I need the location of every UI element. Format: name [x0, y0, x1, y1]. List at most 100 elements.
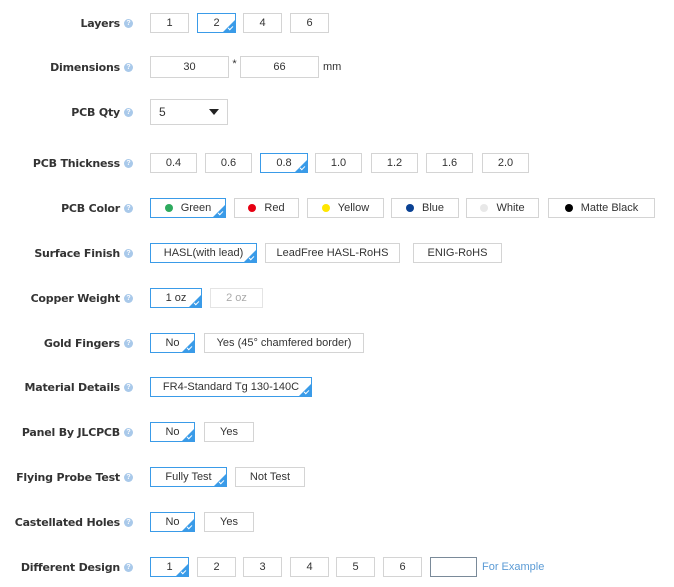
option-label: Fully Test — [165, 471, 212, 483]
option-copper-weight-0[interactable]: 1 oz — [150, 288, 202, 308]
row-copper-weight: Copper Weight? 1 oz 2 oz — [0, 285, 674, 311]
option-label: 5 — [352, 561, 359, 573]
option-pcb-color-1[interactable]: Red — [234, 198, 299, 218]
height-input[interactable] — [240, 56, 319, 78]
option-flying-probe-test-0[interactable]: Fully Test — [150, 467, 227, 487]
option-label: 0.4 — [165, 157, 182, 169]
pcb-qty-select[interactable]: 5 — [150, 99, 228, 125]
question-circle-icon[interactable]: ? — [124, 382, 133, 392]
option-label: 1 — [166, 561, 173, 573]
field-label: PCB Thickness — [32, 156, 120, 170]
option-label: Matte Black — [580, 202, 639, 214]
option-pcb-thickness-6[interactable]: 2.0 — [482, 153, 529, 173]
option-pcb-color-3[interactable]: Blue — [391, 198, 459, 218]
question-circle-icon[interactable]: ? — [124, 248, 133, 258]
option-label: Blue — [421, 202, 445, 214]
field-label: Surface Finish — [34, 246, 120, 260]
option-label: FR4-Standard Tg 130-140C — [162, 381, 300, 393]
field-label: Castellated Holes — [14, 515, 120, 529]
options-pcb-qty: 5 — [150, 99, 228, 125]
option-pcb-color-2[interactable]: Yellow — [307, 198, 384, 218]
option-copper-weight-1[interactable]: 2 oz — [210, 288, 263, 308]
option-layers-2[interactable]: 4 — [243, 13, 282, 33]
option-pcb-color-0[interactable]: Green — [150, 198, 226, 218]
question-circle-icon[interactable]: ? — [124, 158, 133, 168]
row-dimensions: Dimensions? * mm — [0, 54, 674, 80]
option-layers-3[interactable]: 6 — [290, 13, 329, 33]
field-label: Gold Fingers — [43, 336, 120, 350]
row-castellated-holes: Castellated Holes? No Yes — [0, 509, 674, 535]
question-circle-icon[interactable]: ? — [124, 338, 133, 348]
option-label: 1 — [166, 17, 173, 29]
options-different-design: 1 2 3 4 5 6 For Example — [150, 557, 544, 577]
option-surface-finish-0[interactable]: HASL(with lead) — [150, 243, 257, 263]
row-surface-finish: Surface Finish? HASL(with lead) LeadFree H… — [0, 240, 674, 266]
question-circle-icon[interactable]: ? — [124, 62, 133, 72]
row-layers: Layers? 1 2 4 6 — [0, 10, 674, 36]
color-dot-icon — [321, 204, 330, 212]
field-label: Flying Probe Test — [16, 470, 120, 484]
option-label: 4 — [306, 561, 313, 573]
option-different-design-3[interactable]: 4 — [290, 557, 329, 577]
option-label: 0.8 — [276, 157, 292, 169]
option-different-design-5[interactable]: 6 — [383, 557, 422, 577]
option-castellated-holes-1[interactable]: Yes — [204, 512, 254, 532]
question-circle-icon[interactable]: ? — [124, 203, 133, 213]
option-label: 1 oz — [165, 292, 187, 304]
option-label: White — [496, 202, 525, 214]
option-layers-0[interactable]: 1 — [150, 13, 189, 33]
option-label: 4 — [259, 17, 266, 29]
option-pcb-color-5[interactable]: Matte Black — [548, 198, 655, 218]
question-circle-icon[interactable]: ? — [124, 293, 133, 303]
option-label: 2 oz — [226, 292, 247, 304]
width-input[interactable] — [150, 56, 229, 78]
option-gold-fingers-1[interactable]: Yes (45° chamfered border) — [204, 333, 364, 353]
custom-design-count-input[interactable] — [430, 557, 477, 577]
option-pcb-thickness-4[interactable]: 1.2 — [371, 153, 418, 173]
question-circle-icon[interactable]: ? — [124, 517, 133, 527]
field-label: PCB Color — [61, 201, 120, 215]
option-castellated-holes-0[interactable]: No — [150, 512, 195, 532]
option-label: No — [165, 516, 180, 528]
option-layers-1[interactable]: 2 — [197, 13, 236, 33]
color-dot-icon — [480, 204, 489, 212]
field-label: Panel By JLCPCB — [21, 425, 120, 439]
option-different-design-4[interactable]: 5 — [336, 557, 375, 577]
options-layers: 1 2 4 6 — [150, 13, 329, 33]
option-different-design-0[interactable]: 1 — [150, 557, 189, 577]
question-circle-icon[interactable]: ? — [124, 562, 133, 572]
option-pcb-color-4[interactable]: White — [466, 198, 539, 218]
option-label: Yes (45° chamfered border) — [216, 337, 352, 349]
options-copper-weight: 1 oz 2 oz — [150, 288, 263, 308]
options-pcb-thickness: 0.4 0.6 0.8 1.0 1.2 1.6 2.0 — [150, 153, 529, 173]
option-pcb-thickness-0[interactable]: 0.4 — [150, 153, 197, 173]
option-pcb-thickness-3[interactable]: 1.0 — [315, 153, 362, 173]
option-flying-probe-test-1[interactable]: Not Test — [235, 467, 305, 487]
question-circle-icon[interactable]: ? — [124, 427, 133, 437]
option-material-details-0[interactable]: FR4-Standard Tg 130-140C — [150, 377, 312, 397]
option-panel-by-jlcpcb-1[interactable]: Yes — [204, 422, 254, 442]
question-circle-icon[interactable]: ? — [124, 107, 133, 117]
option-different-design-2[interactable]: 3 — [243, 557, 282, 577]
option-surface-finish-2[interactable]: ENIG-RoHS — [413, 243, 502, 263]
option-different-design-1[interactable]: 2 — [197, 557, 236, 577]
option-label: LeadFree HASL-RoHS — [276, 247, 389, 259]
question-circle-icon[interactable]: ? — [124, 18, 133, 28]
option-panel-by-jlcpcb-0[interactable]: No — [150, 422, 195, 442]
row-pcb-thickness: PCB Thickness? 0.4 0.6 0.8 1.0 1.2 1.6 2.0 — [0, 150, 674, 176]
row-material-details: Material Details? FR4-Standard Tg 130-140… — [0, 374, 674, 400]
option-label: 1.6 — [441, 157, 458, 169]
for-example-link[interactable]: For Example — [482, 561, 544, 573]
option-label: 1.2 — [386, 157, 403, 169]
option-label: Yellow — [337, 202, 370, 214]
field-label: Dimensions — [50, 60, 120, 74]
option-pcb-thickness-2[interactable]: 0.8 — [260, 153, 308, 173]
option-pcb-thickness-1[interactable]: 0.6 — [205, 153, 252, 173]
row-gold-fingers: Gold Fingers? No Yes (45° chamfered border… — [0, 330, 674, 356]
option-surface-finish-1[interactable]: LeadFree HASL-RoHS — [265, 243, 400, 263]
option-label: 2 — [213, 561, 220, 573]
row-pcb-color: PCB Color? Green Red Yellow Blue White Matte B… — [0, 195, 674, 221]
option-pcb-thickness-5[interactable]: 1.6 — [426, 153, 473, 173]
question-circle-icon[interactable]: ? — [124, 472, 133, 482]
option-gold-fingers-0[interactable]: No — [150, 333, 195, 353]
